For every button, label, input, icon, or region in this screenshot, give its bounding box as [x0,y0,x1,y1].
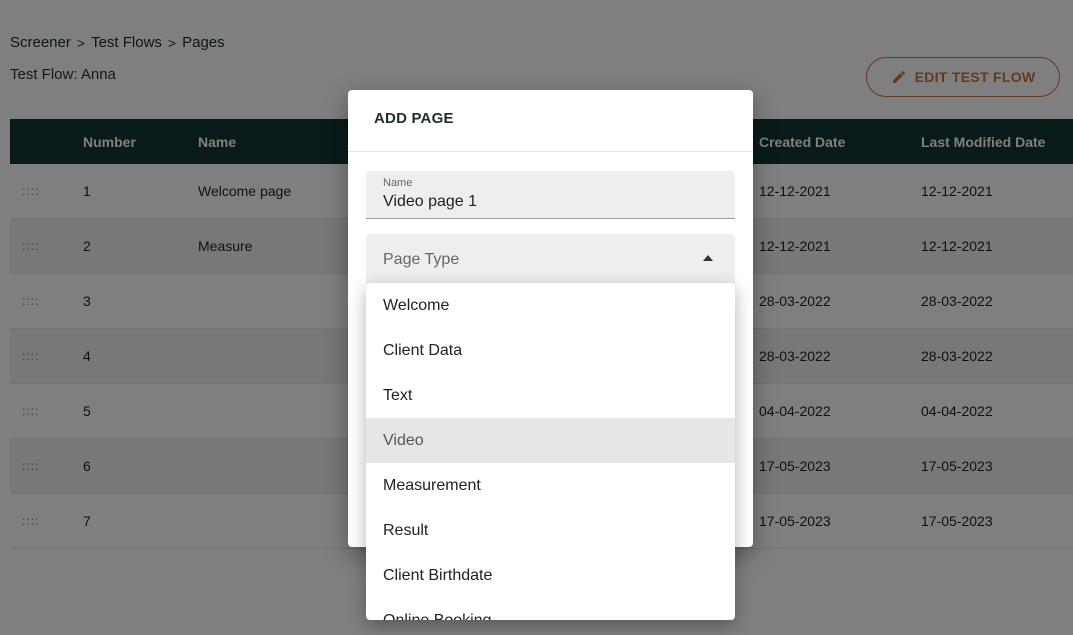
dialog-divider [348,151,753,152]
menu-item-online-booking[interactable]: Online Booking [366,598,735,621]
page-type-label: Page Type [383,251,460,268]
page-type-select[interactable]: Page Type [366,234,735,286]
menu-item-result[interactable]: Result [366,508,735,553]
menu-item-video[interactable]: Video [366,418,735,463]
name-field-label: Name [383,177,413,189]
page-type-menu: Welcome Client Data Text Video Measureme… [366,283,735,620]
menu-item-text[interactable]: Text [366,373,735,418]
menu-item-measurement[interactable]: Measurement [366,463,735,508]
menu-item-client-birthdate[interactable]: Client Birthdate [366,553,735,598]
dialog-title: ADD PAGE [374,110,454,127]
page: Screener > Test Flows > Pages Test Flow:… [0,0,1073,635]
name-field[interactable]: Name [366,171,735,219]
name-input[interactable] [383,193,713,211]
caret-up-icon [703,255,713,261]
menu-item-client-data[interactable]: Client Data [366,328,735,373]
menu-item-welcome[interactable]: Welcome [366,283,735,328]
